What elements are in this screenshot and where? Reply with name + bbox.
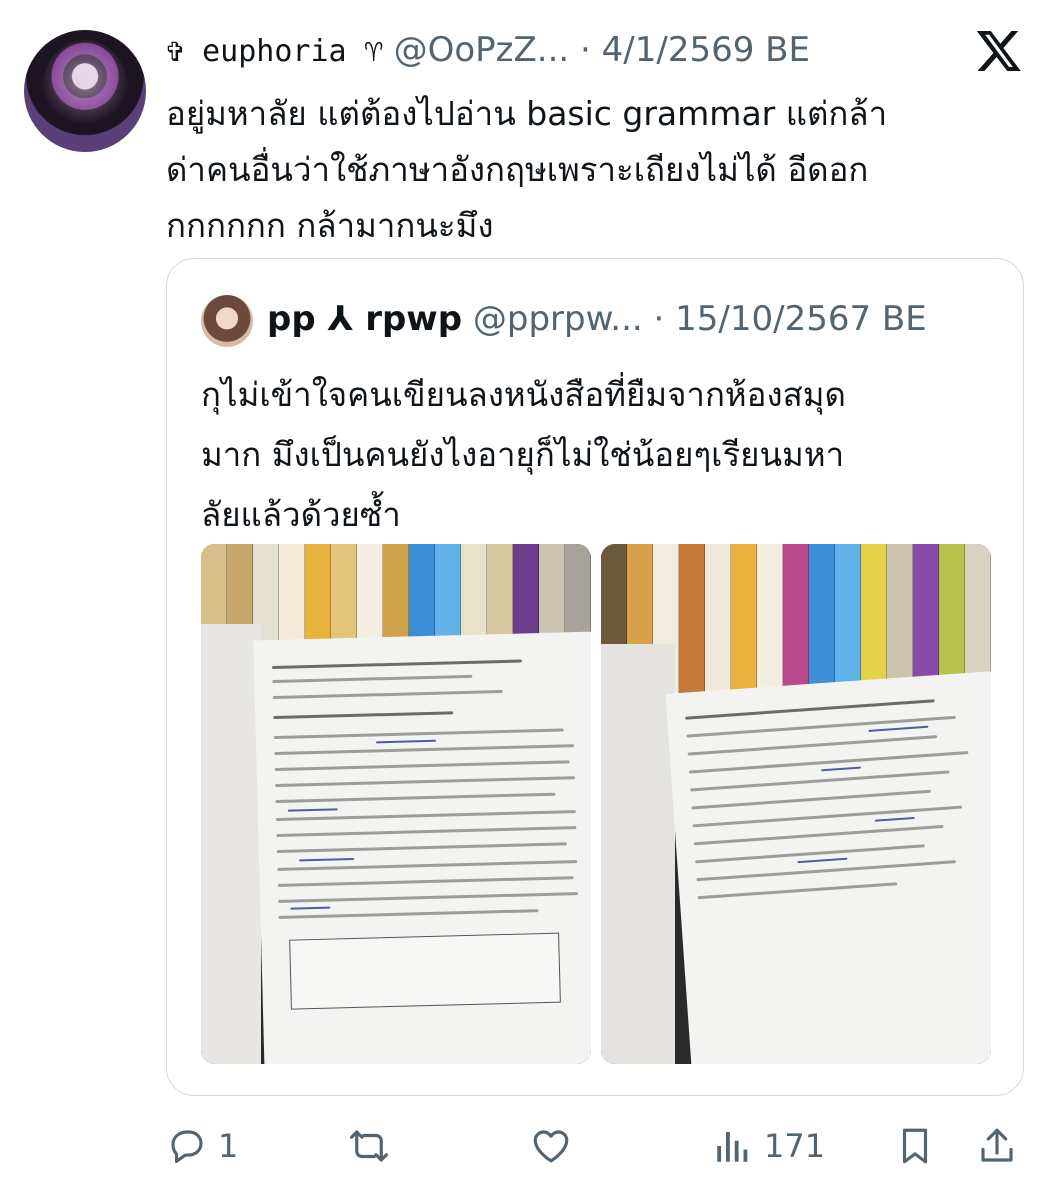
book-left-page <box>201 624 261 1064</box>
quoted-author-handle[interactable]: @pprpw... <box>473 299 643 339</box>
reply-icon <box>171 1130 203 1163</box>
bookmark-icon <box>902 1128 928 1164</box>
tweet-date[interactable]: 4/1/2569 BE <box>602 30 810 70</box>
book-left-page <box>601 644 675 1064</box>
book-right-page <box>665 670 991 1064</box>
tweet-header: ✞ euphoria ♈ @OoPzZ... · 4/1/2569 BE <box>166 30 810 72</box>
bookmark-button[interactable] <box>894 1118 936 1174</box>
share-icon <box>981 1128 1013 1162</box>
quoted-tweet-text-line: มาก มึงเป็นคนยังไงอายุก็ไม่ใช่น้อยๆเรียน… <box>201 435 845 474</box>
views-icon <box>717 1132 748 1162</box>
x-logo-icon <box>976 31 1021 71</box>
separator: · <box>653 299 665 339</box>
book-right-page <box>253 631 591 1064</box>
word-box <box>289 932 561 1010</box>
quoted-tweet-text: กุไม่เข้าใจคนเขียนลงหนังสือที่ยืมจากห้อง… <box>201 365 991 545</box>
quoted-tweet-text-line: ลัยแล้วด้วยซ้ำ <box>201 495 401 534</box>
quoted-tweet-header: pp ⅄ rpwp @pprpw... · 15/10/2567 BE <box>267 297 927 341</box>
quoted-author-avatar[interactable] <box>201 295 253 347</box>
tweet-text: อยู่มหาลัย แต่ต้องไปอ่าน basic grammar แ… <box>166 86 1006 254</box>
views-count: 171 <box>764 1127 826 1165</box>
like-button[interactable] <box>530 1118 572 1174</box>
attached-photo-2[interactable] <box>601 544 991 1064</box>
attached-photo-1[interactable] <box>201 544 591 1064</box>
quoted-author-display-name[interactable]: pp ⅄ rpwp <box>267 299 462 339</box>
quoted-tweet-text-line: กุไม่เข้าใจคนเขียนลงหนังสือที่ยืมจากห้อง… <box>201 375 846 414</box>
repost-icon <box>349 1130 389 1162</box>
tweet-text-line: อยู่มหาลัย แต่ต้องไปอ่าน basic grammar แ… <box>166 94 888 133</box>
share-button[interactable] <box>976 1118 1018 1174</box>
heart-icon <box>533 1130 569 1163</box>
reply-button[interactable]: 1 <box>166 1118 238 1174</box>
quoted-tweet-date[interactable]: 15/10/2567 BE <box>675 299 927 339</box>
tweet-text-line: กกกกกก กล้ามากนะมึง <box>166 206 494 245</box>
author-handle[interactable]: @OoPzZ... <box>394 30 570 70</box>
quoted-tweet-card[interactable]: pp ⅄ rpwp @pprpw... · 15/10/2567 BE กุไม… <box>166 258 1024 1096</box>
tweet-text-line: ด่าคนอื่นว่าใช้ภาษาอังกฤษเพราะเถียงไม่ได… <box>166 150 869 189</box>
views-button[interactable]: 171 <box>712 1118 825 1174</box>
repost-button[interactable] <box>348 1118 390 1174</box>
tweet-actions: 1 171 <box>0 1118 1051 1174</box>
author-avatar[interactable] <box>24 30 146 152</box>
reply-count: 1 <box>218 1127 239 1165</box>
author-display-name[interactable]: ✞ euphoria ♈ <box>166 34 383 69</box>
separator: · <box>580 30 591 70</box>
